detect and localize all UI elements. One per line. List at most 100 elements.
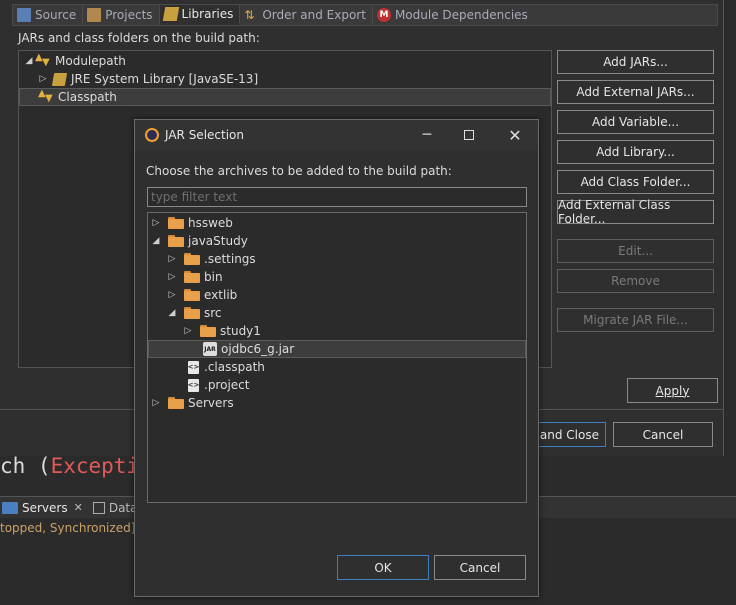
tree-label: javaStudy: [188, 234, 248, 248]
expand-right-icon[interactable]: ▷: [37, 74, 49, 84]
expand-right-icon[interactable]: ▷: [166, 254, 178, 264]
tree-item-hssweb[interactable]: ▷ hssweb: [150, 214, 233, 232]
tree-label: hssweb: [188, 216, 233, 230]
expand-down-icon[interactable]: ◢: [166, 308, 178, 318]
tree-label: extlib: [204, 288, 238, 302]
dialog-prompt: Choose the archives to be added to the b…: [146, 164, 452, 178]
tree-item-settings[interactable]: ▷ .settings: [166, 250, 256, 268]
add-jars-button[interactable]: Add JARs...: [557, 50, 714, 74]
order-export-icon: ⇅: [244, 8, 255, 22]
maximize-icon[interactable]: [459, 126, 479, 144]
project-folder-icon: [168, 235, 184, 247]
ok-button[interactable]: OK: [337, 555, 429, 580]
tree-label: .classpath: [204, 360, 265, 374]
add-external-class-folder-button[interactable]: Add External Class Folder...: [557, 198, 714, 226]
tab-label: Projects: [105, 8, 153, 22]
tree-item-modulepath[interactable]: ◢ Modulepath: [23, 52, 126, 70]
dialog-cancel-button[interactable]: Cancel: [434, 555, 526, 580]
tree-item-classpath-file[interactable]: <> .classpath: [188, 358, 265, 376]
expand-right-icon[interactable]: ▷: [182, 326, 194, 336]
tree-item-src[interactable]: ◢ src: [166, 304, 222, 322]
tree-label: src: [204, 306, 222, 320]
tree-label: Modulepath: [55, 54, 126, 68]
tree-label: ojdbc6_g.jar: [221, 342, 295, 356]
folder-icon: [200, 325, 216, 337]
dialog-title: JAR Selection: [165, 128, 244, 142]
tab-label: Module Dependencies: [394, 8, 528, 22]
folder-icon: [184, 289, 200, 301]
tree-label: .settings: [204, 252, 256, 266]
tree-label: .project: [204, 378, 250, 392]
tree-item-jre[interactable]: ▷ JRE System Library [JavaSE-13]: [37, 70, 259, 88]
tree-item-classpath[interactable]: Classpath: [19, 88, 551, 106]
tree-label: Classpath: [58, 90, 117, 104]
tab-label: Order and Export: [262, 8, 366, 22]
folder-icon: [184, 253, 200, 265]
folder-icon: [184, 271, 200, 283]
projects-icon: [87, 8, 102, 22]
properties-cancel-button[interactable]: Cancel: [613, 422, 713, 447]
module-m-icon: M: [376, 8, 391, 22]
tree-item-servers[interactable]: ▷ Servers: [150, 394, 234, 412]
filter-input[interactable]: [147, 187, 527, 207]
xml-file-icon: <>: [188, 378, 199, 392]
tree-label: bin: [204, 270, 223, 284]
tab-projects[interactable]: Projects: [83, 5, 160, 25]
tab-libraries[interactable]: Libraries: [159, 5, 241, 25]
expand-down-icon[interactable]: ◢: [23, 56, 35, 66]
expand-down-icon[interactable]: ◢: [150, 236, 162, 246]
code-exception-text: Excepti: [50, 454, 140, 478]
add-class-folder-button[interactable]: Add Class Folder...: [557, 170, 714, 194]
close-icon[interactable]: ✕: [505, 126, 525, 145]
editor-code-line: ch (Excepti: [0, 454, 139, 478]
library-icon: [51, 72, 68, 86]
add-library-button[interactable]: Add Library...: [557, 140, 714, 164]
add-variable-button[interactable]: Add Variable...: [557, 110, 714, 134]
tab-label: Source: [35, 8, 77, 22]
libraries-icon: [162, 7, 179, 21]
dialog-titlebar: JAR Selection ─ ✕: [135, 120, 538, 150]
add-external-jars-button[interactable]: Add External JARs...: [557, 80, 714, 104]
xml-file-icon: <>: [188, 360, 199, 374]
tree-label: study1: [220, 324, 261, 338]
expand-right-icon[interactable]: ▷: [150, 218, 162, 228]
server-status-text: topped, Synchronized]: [0, 521, 136, 535]
tree-item-bin[interactable]: ▷ bin: [166, 268, 223, 286]
tree-item-ojdbc-jar[interactable]: JAR ojdbc6_g.jar: [148, 340, 526, 358]
close-icon[interactable]: ✕: [74, 501, 83, 514]
classpath-icon: [38, 88, 54, 104]
build-path-label: JARs and class folders on the build path…: [18, 31, 260, 45]
eclipse-icon: [145, 128, 159, 142]
tree-item-extlib[interactable]: ▷ extlib: [166, 286, 238, 304]
tab-order-export[interactable]: ⇅ Order and Export: [240, 5, 373, 25]
expand-right-icon[interactable]: ▷: [166, 290, 178, 300]
source-folder-icon: [17, 8, 31, 22]
project-folder-icon: [168, 217, 184, 229]
tab-source[interactable]: Source: [13, 5, 84, 25]
tree-item-project-file[interactable]: <> .project: [188, 376, 250, 394]
expand-right-icon[interactable]: ▷: [166, 272, 178, 282]
jar-selection-dialog: JAR Selection ─ ✕ Choose the archives to…: [134, 119, 539, 597]
tab-label: Libraries: [181, 7, 234, 21]
servers-icon: [2, 501, 18, 514]
tab-data[interactable]: Data: [89, 501, 137, 515]
expand-right-icon[interactable]: ▷: [150, 398, 162, 408]
tree-label: JRE System Library [JavaSE-13]: [71, 72, 259, 86]
tab-servers[interactable]: Servers ✕: [0, 501, 89, 515]
tab-module-dependencies[interactable]: M Module Dependencies: [373, 5, 534, 25]
edit-button[interactable]: Edit...: [557, 239, 714, 263]
folder-icon: [184, 307, 200, 319]
jar-tree[interactable]: ▷ hssweb ◢ javaStudy ▷ .settings ▷ bin ▷…: [147, 212, 527, 503]
tree-item-javastudy[interactable]: ◢ javaStudy: [150, 232, 248, 250]
modulepath-icon: [35, 52, 51, 68]
migrate-jar-button[interactable]: Migrate JAR File...: [557, 308, 714, 332]
code-text: ch (: [0, 454, 51, 478]
tree-label: Servers: [188, 396, 234, 410]
apply-button[interactable]: Apply: [627, 378, 718, 403]
remove-button[interactable]: Remove: [557, 269, 714, 293]
data-source-icon: [92, 501, 105, 514]
properties-tabbar: Source Projects Libraries ⇅ Order and Ex…: [12, 4, 718, 26]
tree-item-study1[interactable]: ▷ study1: [182, 322, 261, 340]
jar-file-icon: JAR: [203, 342, 217, 356]
minimize-icon[interactable]: ─: [417, 126, 437, 144]
